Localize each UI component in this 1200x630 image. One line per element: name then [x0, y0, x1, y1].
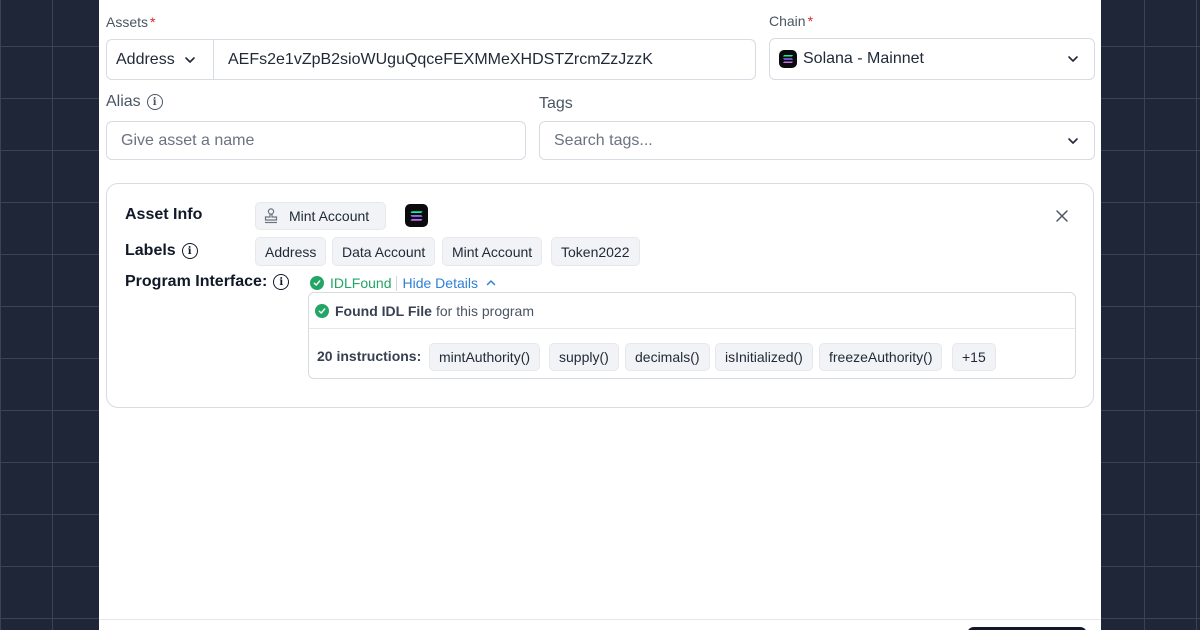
assets-label: Assets * [106, 14, 155, 30]
instructions-count: 20 instructions: [317, 348, 422, 364]
info-icon[interactable]: i [273, 274, 290, 290]
more-instructions-chip[interactable]: +15 [952, 343, 996, 371]
account-type-chip: Mint Account [255, 202, 387, 230]
alias-label-text: Alias [106, 93, 141, 110]
account-type-text: Mint Account [289, 208, 370, 224]
status-divider [396, 275, 398, 291]
label-chip: Mint Account [442, 237, 543, 266]
chevron-down-icon [185, 56, 195, 63]
info-icon[interactable]: i [146, 94, 163, 110]
instruction-chip[interactable]: freezeAuthority() [819, 343, 943, 371]
address-input-value: AEFs2e1vZpB2sioWUguQqceFEXMMeXHDSTZrcmZz… [228, 50, 653, 68]
stamp-icon [264, 208, 278, 224]
idl-found-rest: for this program [435, 303, 535, 319]
modal-panel: Assets * Address AEFs2e1vZpB2sioWUguQqceF… [99, 0, 1101, 630]
instruction-chip[interactable]: decimals() [625, 343, 710, 371]
chevron-down-icon [1068, 56, 1078, 62]
label-chip: Address [255, 237, 327, 266]
hide-details-link[interactable]: Hide Details [402, 275, 496, 291]
solana-icon [405, 204, 428, 227]
chain-label-text: Chain [769, 13, 806, 29]
idl-found-bold: Found IDL File [335, 303, 432, 319]
program-interface-title: Program Interface: i [125, 273, 290, 291]
idl-status-row: IDLFound Hide Details [310, 275, 497, 291]
chevron-down-icon [1068, 137, 1078, 144]
tags-placeholder: Search tags... [554, 131, 653, 149]
alias-input[interactable]: Give asset a name [106, 121, 526, 160]
required-mark: * [150, 14, 156, 30]
idl-found-line: Found IDL File for this program [315, 303, 534, 319]
label-chip: Data Account [332, 237, 436, 266]
chain-select-value: Solana - Mainnet [803, 50, 924, 67]
check-circle-icon [315, 304, 329, 318]
idl-divider [309, 328, 1075, 329]
alias-placeholder: Give asset a name [121, 131, 255, 149]
check-circle-icon [310, 276, 324, 290]
info-icon[interactable]: i [181, 243, 198, 259]
tags-label: Tags [539, 95, 573, 112]
close-icon[interactable] [1055, 209, 1069, 223]
assets-label-text: Assets [106, 14, 149, 30]
required-mark: * [807, 13, 814, 29]
label-chip: Token2022 [551, 237, 640, 266]
address-type-select[interactable]: Address [106, 39, 214, 80]
tags-select[interactable]: Search tags... [539, 121, 1095, 160]
labels-title: Labels i [125, 242, 198, 260]
idl-status: IDLFound [330, 275, 392, 291]
labels-title-text: Labels [125, 242, 176, 259]
idl-details-box: Found IDL File for this program 20 instr… [308, 292, 1076, 379]
asset-info-card: Asset Info Mint Account Labels i Address… [106, 183, 1094, 408]
instruction-chip[interactable]: isInitialized() [715, 343, 813, 371]
footer-divider [99, 619, 1101, 620]
solana-icon [779, 50, 797, 68]
instruction-chip[interactable]: mintAuthority() [429, 343, 541, 371]
chevron-up-icon [486, 280, 496, 286]
asset-info-title: Asset Info [125, 206, 203, 223]
program-interface-text: Program Interface: [125, 273, 268, 290]
address-input[interactable]: AEFs2e1vZpB2sioWUguQqceFEXMMeXHDSTZrcmZz… [213, 39, 756, 80]
instruction-chip[interactable]: supply() [549, 343, 619, 371]
chain-select[interactable]: Solana - Mainnet [769, 38, 1095, 80]
address-type-value: Address [116, 50, 175, 68]
alias-label: Alias i [106, 93, 163, 111]
hide-details-text: Hide Details [402, 275, 478, 291]
chain-label: Chain * [769, 13, 813, 29]
